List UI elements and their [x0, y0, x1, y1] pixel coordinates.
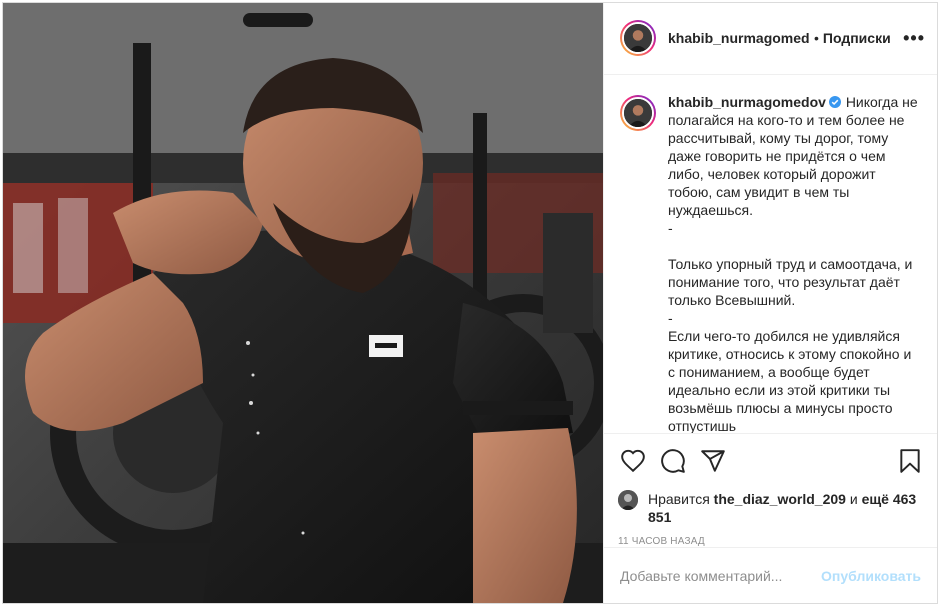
following-button[interactable]: Подписки: [823, 30, 891, 46]
verified-icon: [828, 95, 841, 108]
likes-and: и: [849, 491, 858, 508]
share-button[interactable]: [698, 446, 728, 476]
author-avatar[interactable]: [620, 20, 656, 57]
post-dialog: khabib_nurmagomedov • Подписки ••• khabi…: [2, 2, 938, 604]
save-button[interactable]: [895, 446, 925, 476]
post-side-panel: khabib_nurmagomedov • Подписки ••• khabi…: [603, 3, 937, 603]
caption-text: Никогда не полагайся на кого-то и тем бо…: [668, 93, 918, 434]
comment-icon: [661, 449, 685, 474]
caption-username[interactable]: khabib_nurmagomedov: [668, 94, 826, 110]
comment-input[interactable]: [620, 567, 822, 584]
athlete-gym-photo: [3, 3, 603, 603]
publish-button[interactable]: Опубликовать: [821, 568, 921, 584]
comment-button[interactable]: [658, 446, 688, 476]
heart-icon: [621, 450, 645, 473]
post-timestamp[interactable]: 11 часов назад: [618, 536, 925, 547]
liker-avatar[interactable]: [618, 490, 638, 511]
actions-section: Нравится the_diaz_world_209 и ещё 463 85…: [604, 433, 937, 547]
bookmark-icon: [900, 449, 920, 474]
caption-body: khabib_nurmagomedov Никогда не полагайся…: [668, 93, 920, 434]
post-header: khabib_nurmagomedov • Подписки •••: [604, 3, 937, 75]
caption-section: khabib_nurmagomedov Никогда не полагайся…: [604, 75, 937, 434]
comment-form: Опубликовать: [604, 547, 937, 603]
liker-username[interactable]: the_diaz_world_209: [714, 491, 846, 507]
more-options-icon[interactable]: •••: [903, 29, 925, 47]
action-icons-row: [618, 444, 925, 478]
avatar-image: [624, 24, 652, 53]
header-username[interactable]: khabib_nurmagomedov: [668, 30, 810, 46]
like-button[interactable]: [618, 446, 648, 476]
likes-text: Нравится the_diaz_world_209 и ещё 463 85…: [648, 490, 925, 526]
post-photo[interactable]: [3, 3, 603, 603]
caption-author-avatar[interactable]: [620, 94, 656, 131]
avatar-image: [618, 490, 638, 511]
header-separator: •: [814, 30, 819, 47]
likes-prefix: Нравится: [648, 491, 710, 508]
share-icon: [701, 450, 725, 472]
avatar-image: [624, 98, 652, 127]
likes-summary: Нравится the_diaz_world_209 и ещё 463 85…: [618, 490, 925, 526]
